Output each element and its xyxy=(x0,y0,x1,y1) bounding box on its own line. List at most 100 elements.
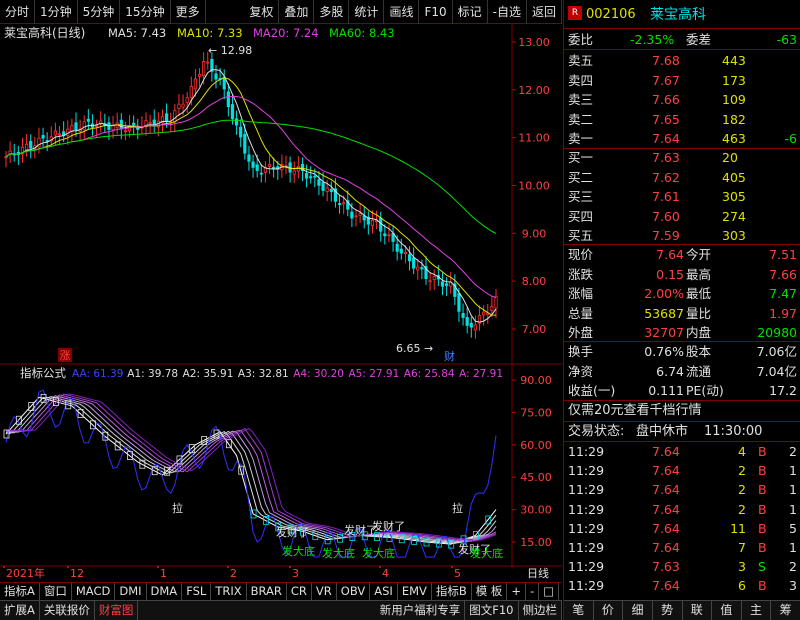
bottom-tab-5[interactable]: 侧边栏 xyxy=(519,601,562,620)
indicator-tab-2[interactable]: MACD xyxy=(72,583,116,600)
indicator-tab-strip: 指标A 窗口 MACD DMI DMA FSL TRIX BRAR CR VR OBV ASI EMV 指… xyxy=(0,582,562,600)
quote-tab-1[interactable]: 价 xyxy=(594,601,624,620)
toolbar-3[interactable]: 15分钟 xyxy=(120,0,171,24)
indicator-tab-13[interactable]: 指标B xyxy=(432,583,472,600)
toolbar-4[interactable]: 更多 xyxy=(171,0,206,24)
price-tick-label: 9.00 xyxy=(522,227,547,240)
stat-label: 最高 xyxy=(686,266,712,282)
quote-tab-2[interactable]: 细 xyxy=(623,601,653,620)
toolbar-right-7[interactable]: -自选 xyxy=(488,0,527,24)
bid-label: 买二 xyxy=(568,169,594,185)
bottom-tab-2[interactable]: 财富图 xyxy=(95,601,139,620)
indicator-tab-4[interactable]: DMA xyxy=(147,583,183,600)
candle-body xyxy=(403,252,408,255)
indicator-tab-11[interactable]: ASI xyxy=(370,583,398,600)
indicator-tab-7[interactable]: BRAR xyxy=(247,583,287,600)
tick-time: 11:29 xyxy=(568,540,605,555)
stat-value: 0.15 xyxy=(656,266,684,282)
indicator-tab-0[interactable]: 指标A xyxy=(0,583,40,600)
ask-label: 卖二 xyxy=(568,111,594,127)
promo-link[interactable]: 仅需20元查看千档行情 xyxy=(564,401,800,421)
tick-direction: B xyxy=(758,540,767,555)
toolbar-right-1[interactable]: 叠加 xyxy=(279,0,315,24)
bottom-tab-3[interactable]: 新用户福利专享 xyxy=(376,601,466,620)
candle-body xyxy=(412,257,416,269)
candle-body xyxy=(337,203,342,206)
quote-tab-6[interactable]: 主 xyxy=(742,601,772,620)
candle-body xyxy=(383,233,387,237)
candle-body xyxy=(325,187,329,192)
ask-diff: -6 xyxy=(784,131,797,146)
candle-body xyxy=(74,122,78,131)
quote-tab-7[interactable]: 筹 xyxy=(771,601,800,620)
candle-body xyxy=(193,78,198,90)
toolbar-2[interactable]: 5分钟 xyxy=(78,0,121,24)
quote-tab-0[interactable]: 笔 xyxy=(564,601,594,620)
indicator-tab-14[interactable]: 模 板 xyxy=(472,583,508,600)
indicator-tab-5[interactable]: FSL xyxy=(182,583,212,600)
stat2-value: 0.76% xyxy=(644,344,684,359)
indicator-tab-15[interactable]: + xyxy=(507,583,527,600)
indicator-tab-10[interactable]: OBV xyxy=(337,583,371,600)
toolbar-right-5[interactable]: F10 xyxy=(419,0,453,24)
indicator-param-0: AA: 61.39 xyxy=(72,368,123,380)
tick-volume: 2 xyxy=(738,482,746,498)
stat2-label: 收益(一) xyxy=(568,383,616,398)
ma-label-0: MA5: 7.43 xyxy=(108,26,166,40)
ma-line-60 xyxy=(5,119,497,234)
indicator-tab-9[interactable]: VR xyxy=(312,583,337,600)
indicator-tab-16[interactable]: - xyxy=(526,583,540,600)
quote-tab-3[interactable]: 势 xyxy=(653,601,683,620)
toolbar-right-4[interactable]: 画线 xyxy=(384,0,420,24)
quote-tab-4[interactable]: 联 xyxy=(683,601,713,620)
earnings-badge[interactable]: 财 xyxy=(444,349,455,363)
indicator-tab-6[interactable]: TRIX xyxy=(211,583,247,600)
bottom-tab-1[interactable]: 关联报价 xyxy=(40,601,95,620)
indicator-annotation: 发财了 xyxy=(276,525,309,539)
price-tick-label: 12.00 xyxy=(518,84,550,97)
indicator-param-6: A6: 25.84 xyxy=(404,368,455,380)
toolbar-right-6[interactable]: 标记 xyxy=(453,0,488,24)
toolbar-0[interactable]: 分时 xyxy=(0,0,36,24)
indicator-tab-3[interactable]: DMI xyxy=(115,583,147,600)
bid-price: 7.61 xyxy=(652,189,680,204)
indicator-tick-label: 75.00 xyxy=(520,406,552,419)
indicator-tab-17[interactable]: □ xyxy=(539,583,560,600)
tick-row: 11:29 7.64 2 B 1 xyxy=(564,500,800,519)
bid-row: 买五 7.59 303 xyxy=(564,226,800,245)
tick-volume: 2 xyxy=(738,463,746,479)
stat-value: 7.51 xyxy=(769,247,797,262)
toolbar-right-3[interactable]: 统计 xyxy=(349,0,385,24)
ask-price: 7.64 xyxy=(652,131,680,146)
bid-volume: 274 xyxy=(722,208,746,224)
toolbar-right-8[interactable]: 返回 xyxy=(527,0,562,24)
stat-label: 外盘 xyxy=(568,325,594,340)
candle-body xyxy=(420,267,424,270)
indicator-tab-12[interactable]: EMV xyxy=(398,583,432,600)
bottom-tab-4[interactable]: 图文F10 xyxy=(465,601,519,620)
candle-body xyxy=(432,276,436,280)
stat-row: 涨幅 2.00% 最低 7.47 xyxy=(564,284,800,303)
tick-time: 11:29 xyxy=(568,463,605,479)
candle-body xyxy=(4,156,8,159)
indicator-tab-1[interactable]: 窗口 xyxy=(40,583,72,600)
kline-chart[interactable]: 莱宝高科(日线) MA5: 7.43 MA10: 7.33 MA20: 7.24 MA6… xyxy=(0,24,562,568)
quote-tab-5[interactable]: 值 xyxy=(712,601,742,620)
quote-header: R 002106 莱宝高科 xyxy=(564,4,800,26)
candle-body xyxy=(185,97,189,103)
candle-body xyxy=(206,61,210,64)
ask-row: 卖二 7.65 182 xyxy=(564,110,800,129)
tick-time: 11:29 xyxy=(568,559,605,575)
bottom-tab-0[interactable]: 扩展A xyxy=(0,601,40,620)
weibi-row: 委比 -2.35% 委差 -63 xyxy=(564,30,800,49)
stat-value: 7.47 xyxy=(769,286,797,301)
indicator-tab-8[interactable]: CR xyxy=(287,583,312,600)
tick-row: 11:29 7.64 7 B 1 xyxy=(564,538,800,557)
ask-label: 卖三 xyxy=(568,92,594,107)
stat-value: 20980 xyxy=(757,325,797,340)
toolbar-right-2[interactable]: 多股 xyxy=(314,0,350,24)
stat2-label: 股本 xyxy=(686,344,712,359)
toolbar-1[interactable]: 1分钟 xyxy=(35,0,78,24)
candle-body xyxy=(24,143,29,151)
toolbar-right-0[interactable]: 复权 xyxy=(244,0,280,24)
